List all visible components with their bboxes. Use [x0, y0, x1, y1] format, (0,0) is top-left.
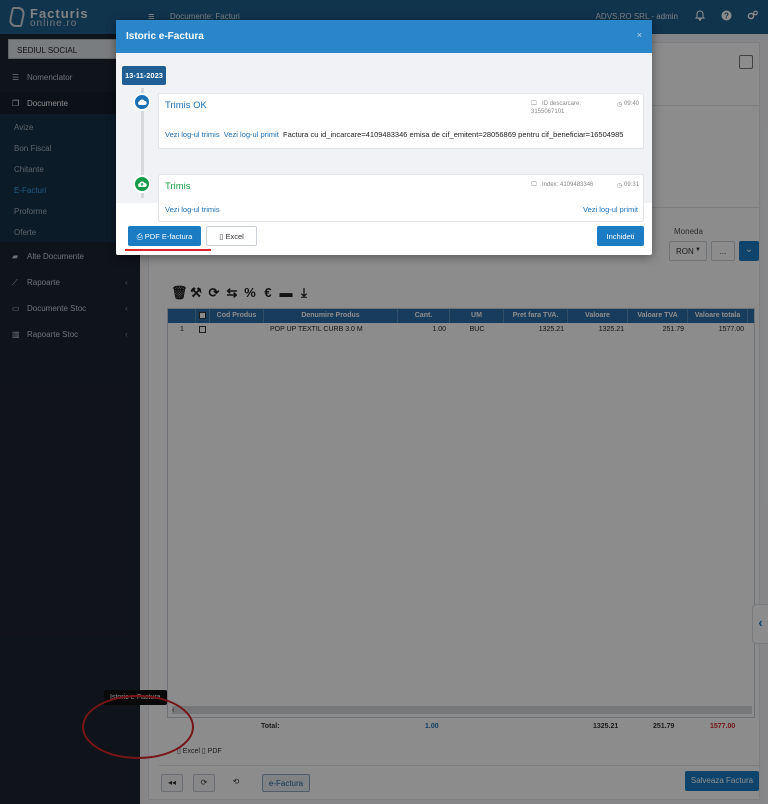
- close-modal-button[interactable]: Inchideti: [597, 226, 644, 246]
- entry-title: Trimis OK: [165, 100, 207, 111]
- close-icon[interactable]: ×: [637, 30, 642, 40]
- clock-icon: ◷: [617, 102, 623, 108]
- excel-button[interactable]: ▯ Excel: [206, 226, 257, 246]
- timeline-entry-trimis: Trimis 🖵 Index: 4109483346 ◷ 09:31 Vezi …: [158, 174, 644, 222]
- modal-body: 13-11-2023 Trimis OK 🖵 ID descarcare: 31…: [116, 53, 652, 222]
- log-primit-link[interactable]: Vezi log-ul primit: [224, 130, 279, 139]
- pdf-efactura-button[interactable]: ⎙ PDF E-factura: [128, 226, 201, 246]
- date-badge: 13-11-2023: [122, 66, 166, 85]
- entry-links: Vezi log-ul trimis Vezi log-ul primit Fa…: [165, 130, 623, 139]
- entry-time: 09:31: [624, 182, 640, 188]
- entry-title: Trimis: [165, 181, 191, 192]
- entry-meta-label: ID descarcare:: [542, 101, 582, 107]
- modal-footer: ⎙ PDF E-factura ▯ Excel Inchideti: [116, 218, 652, 251]
- log-primit-link[interactable]: Vezi log-ul primit: [583, 205, 638, 214]
- modal-header: Istoric e-Factura ×: [116, 20, 652, 53]
- timeline-entry-trimis-ok: Trimis OK 🖵 ID descarcare: 3155067101 ◷ …: [158, 93, 644, 149]
- annotation-underline: [125, 249, 211, 251]
- monitor-icon: 🖵: [531, 101, 537, 107]
- cloud-upload-icon: [133, 175, 151, 193]
- log-trimis-link[interactable]: Vezi log-ul trimis: [165, 205, 220, 214]
- entry-meta-label: Index: 4109483346: [542, 182, 594, 188]
- print-icon: ⎙: [136, 232, 145, 241]
- istoric-efactura-modal: Istoric e-Factura × 13-11-2023 Trimis OK…: [116, 20, 652, 255]
- entry-links: Vezi log-ul trimis: [165, 205, 220, 214]
- cloud-icon: [133, 93, 151, 111]
- log-trimis-link[interactable]: Vezi log-ul trimis: [165, 130, 220, 139]
- entry-time: 09:40: [624, 101, 640, 107]
- entry-meta-value: 3155067101: [531, 109, 565, 115]
- monitor-icon: 🖵: [531, 182, 537, 188]
- clock-icon: ◷: [617, 183, 623, 189]
- pdf-efactura-label: PDF E-factura: [144, 232, 193, 241]
- modal-title: Istoric e-Factura: [126, 31, 204, 42]
- entry-message: Factura cu id_incarcare=4109483346 emisa…: [282, 130, 624, 139]
- excel-label: Excel: [225, 232, 244, 241]
